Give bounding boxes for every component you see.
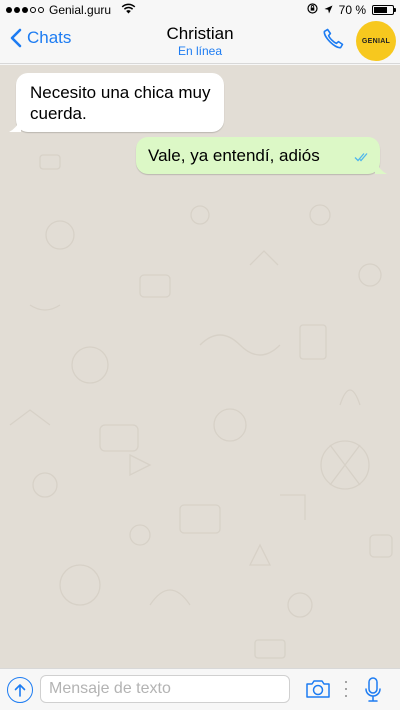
call-button[interactable] [321,27,345,56]
message-input-bar [0,668,400,710]
chevron-left-icon [10,28,22,48]
divider-icon [344,681,347,697]
phone-icon [323,28,344,49]
chat-screen: Genial.guru 70 % Chats Christian En líne… [0,0,400,710]
contact-header[interactable]: Christian En línea [100,23,300,59]
outgoing-message-bubble[interactable]: Vale, ya entendí, adiós [136,137,387,174]
navigation-bar: Chats Christian En línea GENIAL [0,20,400,64]
camera-icon [306,680,330,698]
arrow-up-icon [14,684,26,697]
incoming-message-bubble[interactable]: Necesito una chica muy cuerda. [9,73,224,132]
outgoing-message-text: Vale, ya entendí, adiós [148,146,320,165]
microphone-button[interactable] [365,677,381,708]
status-bar: Genial.guru 70 % [0,0,400,20]
back-label: Chats [27,28,72,47]
share-button[interactable] [7,677,33,703]
battery-icon [372,5,396,15]
camera-button[interactable] [305,679,331,704]
back-to-chats-button[interactable]: Chats [10,28,71,48]
incoming-message-text: Necesito una chica muy cuerda. [30,83,211,123]
rotation-lock-icon [307,3,318,17]
wifi-icon [121,3,136,17]
signal-strength-icon [6,7,44,13]
bubble-tail [375,160,387,174]
read-receipt-icon [354,146,370,167]
location-arrow-icon [324,3,333,17]
contact-avatar[interactable]: GENIAL [356,21,396,61]
contact-status: En línea [177,44,223,58]
conversation-area[interactable]: Necesito una chica muy cuerda. Vale, ya … [0,65,400,668]
avatar-label: GENIAL [361,37,391,45]
contact-name: Christian [166,24,234,43]
bubble-tail [9,118,21,132]
battery-percent: 70 % [338,3,366,17]
carrier-name: Genial.guru [49,3,112,17]
message-input[interactable] [40,675,290,703]
microphone-icon [365,677,381,702]
